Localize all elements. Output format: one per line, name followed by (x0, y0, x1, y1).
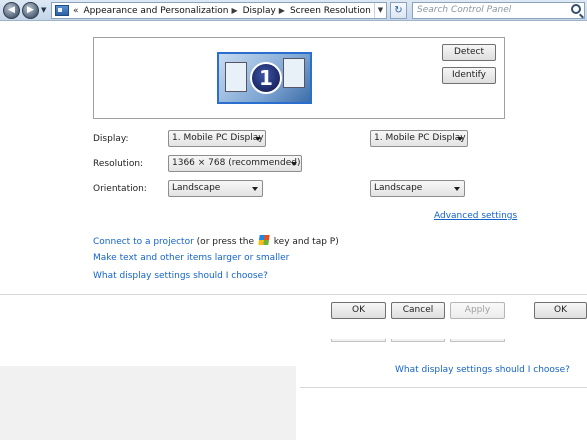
back-arrow-icon: ◀ (8, 5, 15, 15)
cancel-button[interactable]: Cancel (391, 302, 445, 319)
forward-arrow-icon: ▶ (27, 5, 34, 15)
ghost-button-edge (331, 339, 386, 342)
identify-button[interactable]: Identify (442, 67, 496, 84)
apply-button: Apply (450, 302, 505, 319)
ghost-button-edge (391, 339, 445, 342)
resolution-select-value: 1366 × 768 (recommended) (172, 158, 301, 168)
connect-projector-link[interactable]: Connect to a projector (93, 237, 194, 247)
advanced-settings-link[interactable]: Advanced settings (434, 211, 517, 221)
monitor-1-thumbnail[interactable]: 1 (217, 52, 312, 104)
breadcrumb-overflow-icon[interactable]: « (73, 6, 79, 16)
footer-separator (0, 294, 587, 295)
display-help-link[interactable]: What display settings should I choose? (93, 271, 268, 281)
chevron-right-icon[interactable]: ▶ (231, 6, 237, 15)
refresh-button[interactable]: ↻ (390, 2, 407, 19)
search-placeholder: Search Control Panel (417, 5, 512, 15)
resolution-select[interactable]: 1366 × 768 (recommended) (168, 155, 302, 172)
detect-button[interactable]: Detect (442, 44, 496, 61)
display-select-duplicate-value: 1. Mobile PC Display (374, 133, 466, 143)
projector-hint-b: key and tap P) (273, 237, 339, 247)
address-dropdown-icon[interactable]: ▼ (374, 3, 386, 18)
forward-button[interactable]: ▶ (22, 2, 39, 19)
monitor-number-badge: 1 (250, 62, 282, 94)
windows-logo-icon (258, 235, 270, 245)
display-label: Display: (93, 134, 129, 144)
window-thumbnail-icon (283, 58, 305, 88)
breadcrumb-appearance[interactable]: Appearance and Personalization (84, 6, 229, 16)
lower-separator (300, 387, 587, 388)
window-thumbnail-icon (225, 62, 247, 92)
projector-row: Connect to a projector (or press the key… (93, 235, 339, 247)
orientation-select-duplicate[interactable]: Landscape (370, 180, 465, 197)
display-help-link-duplicate[interactable]: What display settings should I choose? (395, 365, 570, 375)
display-select[interactable]: 1. Mobile PC Display (168, 130, 266, 147)
ok-button-duplicate[interactable]: OK (534, 302, 587, 319)
chevron-down-icon (255, 137, 261, 141)
projector-hint-a: (or press the (196, 237, 255, 247)
address-bar[interactable]: « Appearance and Personalization ▶ Displ… (51, 2, 387, 19)
chevron-right-icon[interactable]: ▶ (279, 6, 285, 15)
orientation-select[interactable]: Landscape (168, 180, 263, 197)
navigation-bar: ◀ ▶ ▼ « Appearance and Personalization ▶… (0, 0, 587, 21)
search-input[interactable]: Search Control Panel (412, 2, 585, 19)
breadcrumb-display[interactable]: Display (243, 6, 276, 16)
text-size-link[interactable]: Make text and other items larger or smal… (93, 253, 289, 263)
gray-panel (0, 366, 296, 440)
chevron-down-icon (252, 187, 258, 191)
orientation-select-value: Landscape (172, 183, 221, 193)
display-preview-panel: 1 Detect Identify (93, 37, 505, 119)
chevron-down-icon (457, 137, 463, 141)
refresh-icon: ↻ (394, 5, 403, 16)
display-select-duplicate[interactable]: 1. Mobile PC Display (370, 130, 468, 147)
ok-button[interactable]: OK (331, 302, 386, 319)
chevron-down-icon (291, 162, 297, 166)
chevron-down-icon (454, 187, 460, 191)
control-panel-icon (55, 5, 69, 16)
orientation-label: Orientation: (93, 184, 147, 194)
breadcrumb-screen-resolution[interactable]: Screen Resolution (290, 6, 371, 16)
back-button[interactable]: ◀ (3, 2, 20, 19)
resolution-label: Resolution: (93, 159, 144, 169)
orientation-select-duplicate-value: Landscape (374, 183, 423, 193)
search-icon[interactable] (571, 4, 581, 14)
display-select-value: 1. Mobile PC Display (172, 133, 264, 143)
ghost-button-edge (450, 339, 505, 342)
recent-pages-dropdown-icon[interactable]: ▼ (41, 6, 47, 14)
